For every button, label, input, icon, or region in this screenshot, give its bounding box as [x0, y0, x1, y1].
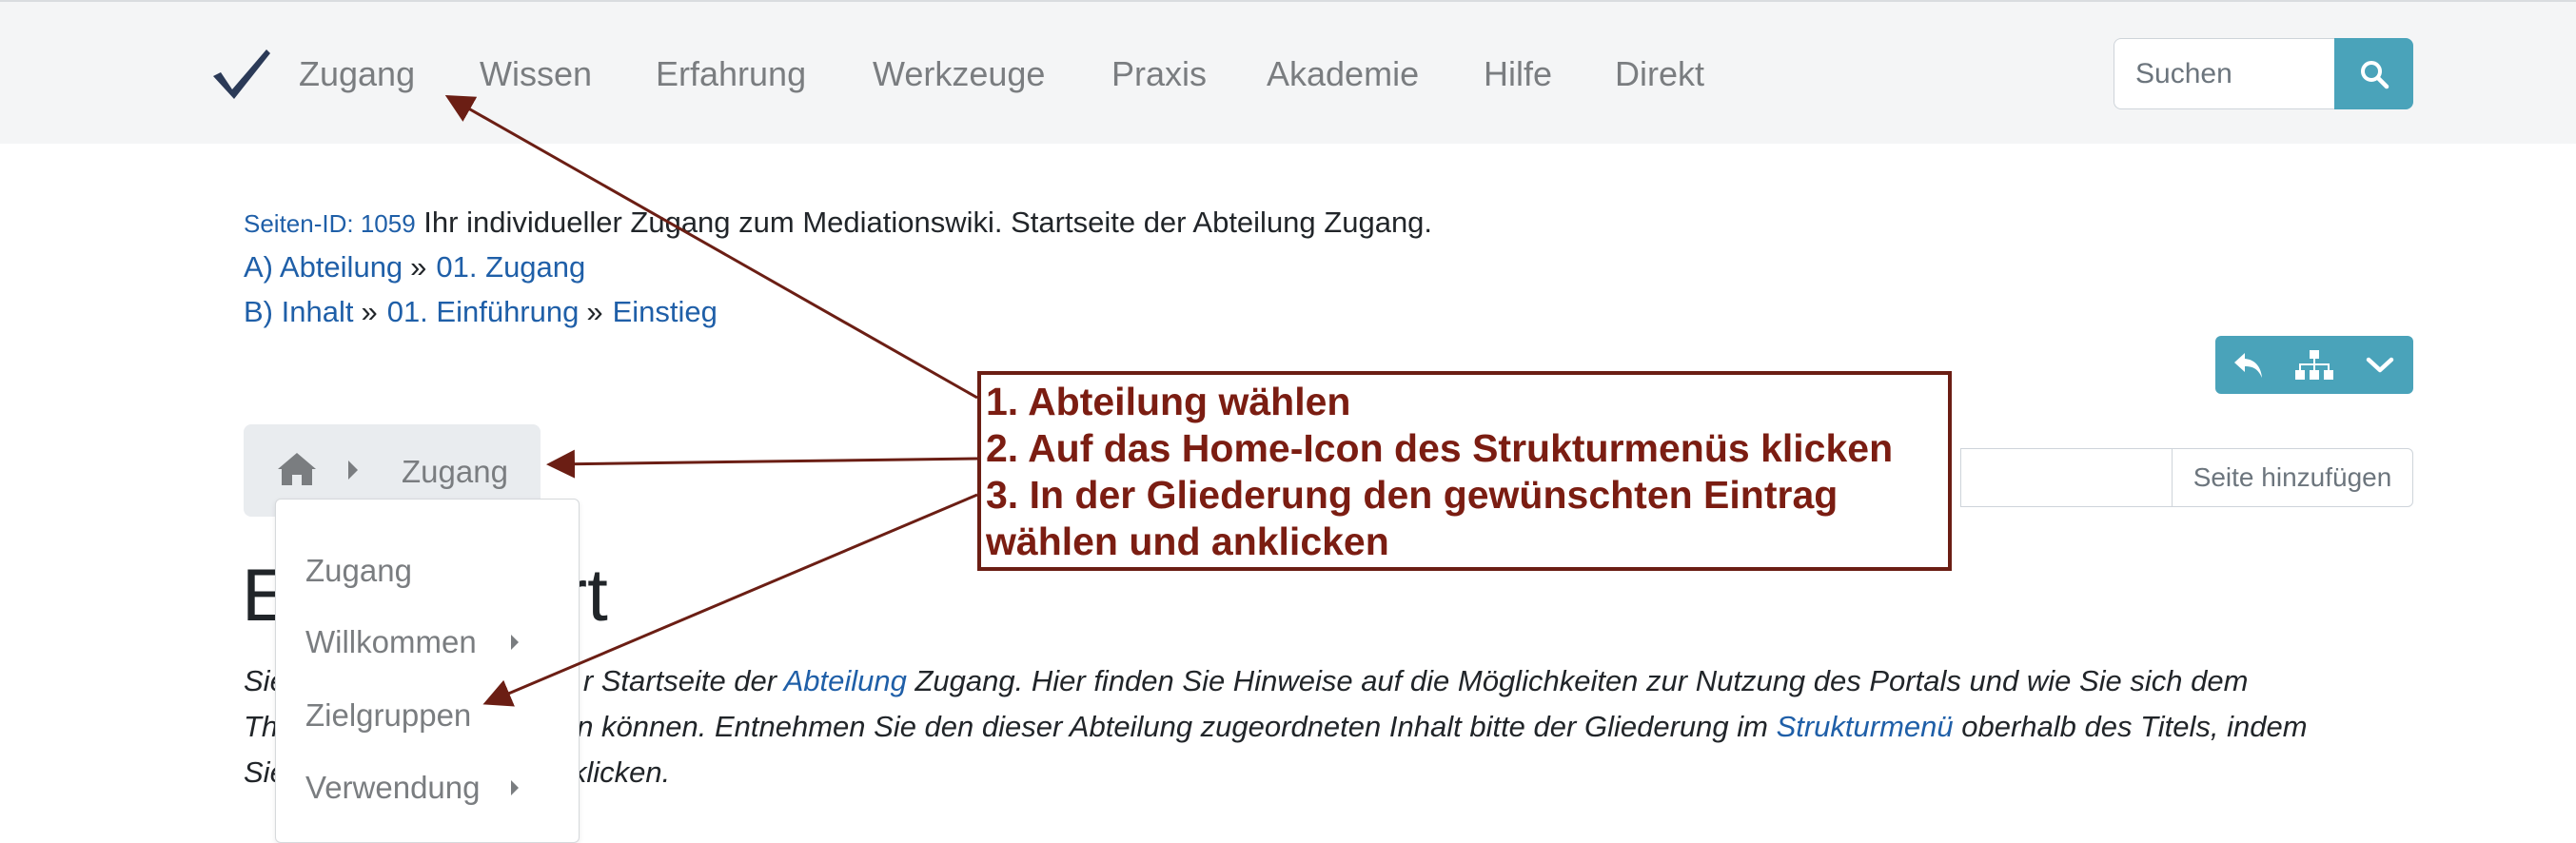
page-action-button-group: [2215, 336, 2413, 394]
intro-text: klicken.: [571, 755, 671, 789]
breadcrumb-link-zugang[interactable]: 01. Zugang: [436, 250, 585, 284]
breadcrumb-separator: »: [586, 295, 603, 328]
search-input[interactable]: [2114, 38, 2335, 109]
page-id-link[interactable]: Seiten-ID: 1059: [244, 209, 416, 238]
sitemap-icon: [2294, 349, 2333, 380]
more-options-button[interactable]: [2347, 336, 2412, 394]
search-button[interactable]: [2334, 38, 2413, 109]
instruction-line-4: wählen und anklicken: [986, 520, 1389, 563]
sitemap-button[interactable]: [2281, 336, 2347, 394]
breadcrumb-link-abteilung[interactable]: A) Abteilung: [244, 250, 403, 284]
search-icon: [2360, 60, 2389, 88]
add-page-button[interactable]: Seite hinzufügen: [2172, 448, 2413, 507]
nav-item-wissen[interactable]: Wissen: [480, 51, 592, 97]
caret-right-icon: [348, 461, 358, 480]
checkmark-logo-icon[interactable]: [211, 48, 272, 101]
nav-item-direkt[interactable]: Direkt: [1615, 51, 1704, 97]
home-icon[interactable]: [276, 451, 318, 487]
chevron-down-icon: [2366, 357, 2393, 372]
new-page-input[interactable]: [1960, 448, 2172, 507]
page-meta-line: Seiten-ID: 1059 Ihr individueller Zugang…: [244, 202, 1432, 245]
nav-item-erfahrung[interactable]: Erfahrung: [656, 51, 806, 97]
dropdown-item-verwendung[interactable]: Verwendung: [305, 767, 480, 809]
breadcrumb-separator: »: [410, 250, 427, 284]
structure-menu-current[interactable]: Zugang: [402, 451, 508, 493]
instruction-callout: 1. Abteilung wählen 2. Auf das Home-Icon…: [977, 371, 1952, 571]
reply-button[interactable]: [2215, 336, 2281, 394]
nav-item-hilfe[interactable]: Hilfe: [1484, 51, 1552, 97]
dropdown-item-willkommen[interactable]: Willkommen: [305, 621, 477, 663]
breadcrumb-inhalt: B) Inhalt» 01. Einführung» Einstieg: [244, 291, 718, 333]
nav-item-akademie[interactable]: Akademie: [1267, 51, 1419, 97]
breadcrumb-link-einfuehrung[interactable]: 01. Einführung: [387, 295, 580, 328]
nav-item-praxis[interactable]: Praxis: [1111, 51, 1207, 97]
instruction-line-3: 3. In der Gliederung den gewünschten Ein…: [986, 473, 1839, 517]
nav-item-zugang[interactable]: Zugang: [299, 51, 415, 97]
breadcrumb-separator: »: [361, 295, 378, 328]
intro-text: n können. Entnehmen Sie den dieser Abtei…: [577, 710, 1768, 743]
dropdown-item-zugang[interactable]: Zugang: [305, 550, 412, 592]
intro-text: r Startseite der: [582, 664, 777, 697]
instruction-line-1: 1. Abteilung wählen: [986, 380, 1351, 423]
strukturmenue-link[interactable]: Strukturmenü: [1777, 710, 1954, 743]
top-navbar: Zugang Wissen Erfahrung Werkzeuge Praxis…: [0, 0, 2576, 144]
intro-text: Th: [244, 710, 279, 743]
breadcrumb-link-einstieg[interactable]: Einstieg: [613, 295, 718, 328]
submenu-caret-icon: [511, 780, 519, 795]
intro-text: Zugang. Hier finden Sie Hinweise auf die…: [914, 664, 2249, 697]
breadcrumb-abteilung: A) Abteilung» 01. Zugang: [244, 246, 585, 288]
structure-dropdown-menu: Zugang Willkommen Zielgruppen Verwendung: [275, 499, 580, 843]
submenu-caret-icon: [511, 635, 519, 650]
reply-icon: [2233, 352, 2262, 378]
dropdown-item-zielgruppen[interactable]: Zielgruppen: [305, 695, 471, 736]
breadcrumb-link-inhalt[interactable]: B) Inhalt: [244, 295, 353, 328]
arrow-to-home-icon: [546, 449, 978, 479]
abteilung-link[interactable]: Abteilung: [784, 664, 907, 697]
page-description: Ihr individueller Zugang zum Mediationsw…: [423, 206, 1433, 239]
intro-text: oberhalb des Titels, indem: [1961, 710, 2308, 743]
instruction-line-2: 2. Auf das Home-Icon des Strukturmenüs k…: [986, 426, 1894, 470]
nav-item-werkzeuge[interactable]: Werkzeuge: [873, 51, 1045, 97]
